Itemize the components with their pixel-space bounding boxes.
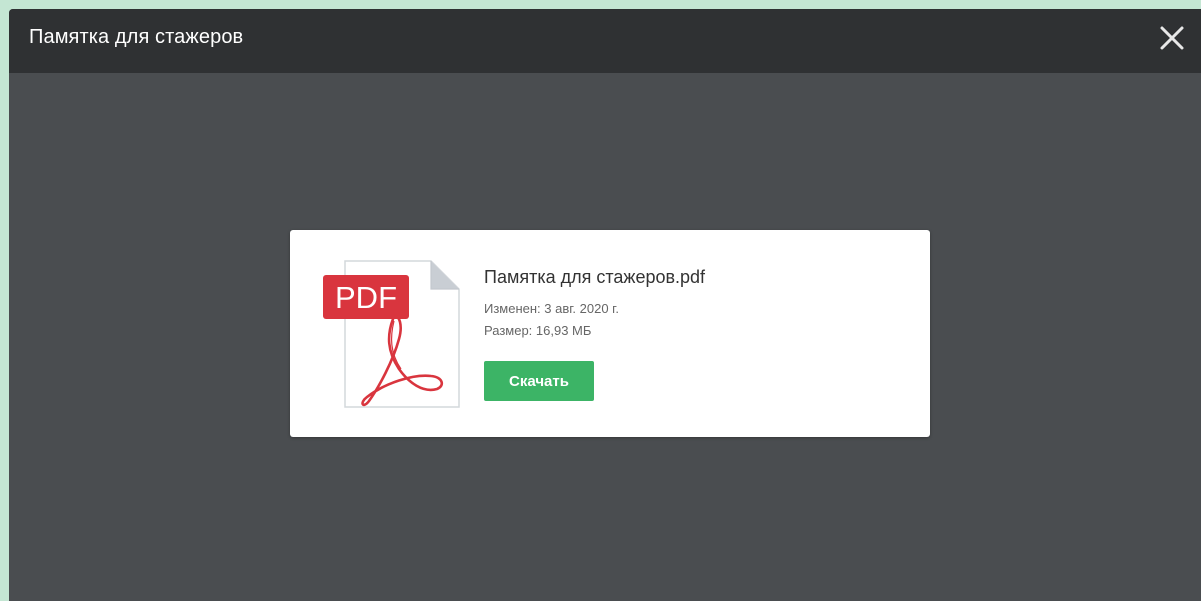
- download-button[interactable]: Скачать: [484, 361, 594, 401]
- file-name: Памятка для стажеров.pdf: [484, 267, 706, 287]
- file-size: Размер: 16,93 МБ: [484, 323, 592, 338]
- pdf-badge-label: PDF: [335, 280, 397, 315]
- dialog-title: Памятка для стажеров: [29, 26, 244, 48]
- close-button[interactable]: [1157, 23, 1187, 53]
- file-card: PDF Памятка для стажеров.pdf Изменен: 3 …: [290, 230, 930, 437]
- file-preview-dialog: Памятка для стажеров PDF Памятка для ста…: [9, 9, 1201, 601]
- dialog-header: Памятка для стажеров: [9, 9, 1201, 73]
- file-modified-date: Изменен: 3 авг. 2020 г.: [484, 301, 619, 316]
- pdf-file-icon: PDF: [323, 260, 460, 408]
- close-icon: [1160, 26, 1184, 50]
